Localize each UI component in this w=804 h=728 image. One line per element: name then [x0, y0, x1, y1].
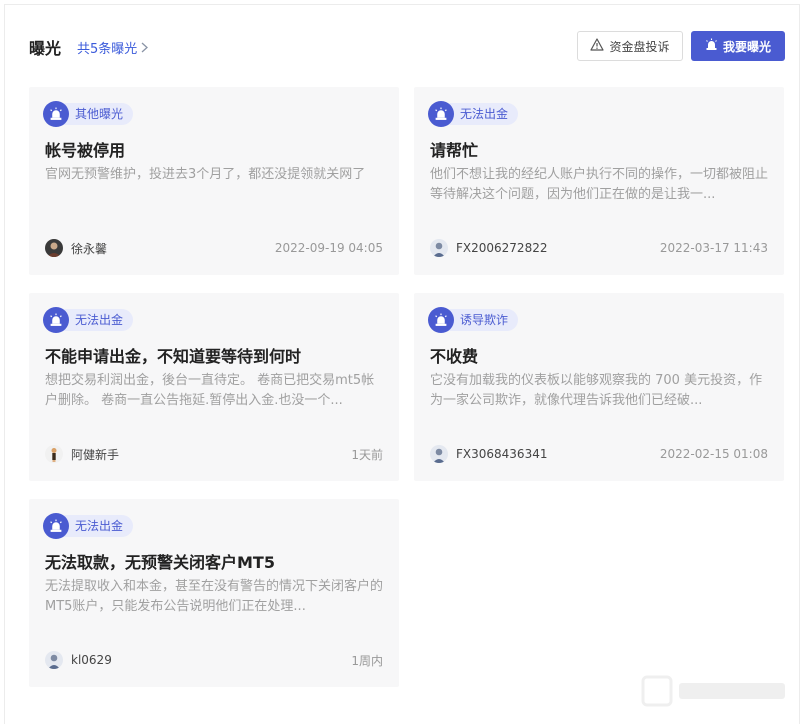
card-footer: FX3068436341 2022-02-15 01:08	[430, 445, 768, 463]
card-description: 想把交易利润出金，後台一直待定。 卷商已把交易mt5帐户删除。 卷商一直公告拖延…	[45, 373, 375, 408]
author-name: FX3068436341	[456, 447, 548, 461]
alarm-siren-icon	[43, 101, 69, 127]
post-time: 1天前	[351, 447, 383, 462]
avatar	[430, 239, 448, 257]
expose-button[interactable]: 我要曝光	[691, 31, 785, 61]
exposure-panel: 曝光 共5条曝光 资金盘投诉 我要曝光 其他曝光 帐号被停用 官网无预警维护，投…	[4, 4, 800, 724]
panel-header: 曝光 共5条曝光 资金盘投诉 我要曝光	[5, 31, 799, 65]
avatar	[45, 239, 63, 257]
author-name: kl0629	[71, 653, 112, 667]
category-tag: 无法出金	[428, 101, 519, 127]
card-title[interactable]: 请帮忙	[430, 137, 478, 161]
expose-button-label: 我要曝光	[722, 39, 771, 54]
category-tag-label: 其他曝光	[61, 103, 134, 125]
card-footer: kl0629 1周内	[45, 651, 383, 669]
fund-scheme-complaint-button[interactable]: 资金盘投诉	[577, 31, 683, 61]
post-time: 2022-03-17 11:43	[659, 241, 768, 255]
post-time: 2022-02-15 01:08	[659, 447, 768, 461]
exposure-card[interactable]: 无法出金 无法取款，无预警关闭客户MT5 无法提取收入和本金，甚至在没有警告的情…	[29, 499, 399, 687]
warning-triangle-icon	[590, 38, 605, 54]
panel-title: 曝光	[29, 39, 62, 58]
category-tag-label: 无法出金	[446, 103, 519, 125]
exposure-card[interactable]: 其他曝光 帐号被停用 官网无预警维护，投进去3个月了，都还没提领就关网了 徐永馨…	[29, 87, 399, 275]
author-name: 徐永馨	[71, 241, 108, 256]
card-title[interactable]: 不收费	[430, 343, 478, 367]
card-footer: 徐永馨 2022-09-19 04:05	[45, 239, 383, 257]
card-description: 他们不想让我的经纪人账户执行不同的操作，一切都被阻止等待解决这个问题，因为他们正…	[430, 167, 768, 202]
category-tag: 无法出金	[43, 307, 134, 333]
card-description: 无法提取收入和本金，甚至在没有警告的情况下关闭客户的MT5账户，只能发布公告说明…	[45, 579, 383, 614]
exposure-count-label: 共5条曝光	[77, 42, 138, 57]
alarm-siren-icon	[43, 307, 69, 333]
category-tag-label: 无法出金	[61, 515, 134, 537]
avatar	[45, 651, 63, 669]
exposure-count-link[interactable]: 共5条曝光	[77, 38, 149, 57]
author-name: 阿健新手	[71, 447, 120, 462]
card-title[interactable]: 无法取款，无预警关闭客户MT5	[45, 549, 275, 573]
complaint-button-label: 资金盘投诉	[609, 39, 670, 54]
alarm-siren-icon	[428, 101, 454, 127]
avatar	[430, 445, 448, 463]
card-description: 官网无预警维护，投进去3个月了，都还没提领就关网了	[45, 167, 366, 182]
watermark-logo	[641, 673, 801, 713]
card-description: 它没有加载我的仪表板以能够观察我的 700 美元投资，作为一家公司欺诈，就像代理…	[430, 373, 763, 408]
card-title[interactable]: 不能申请出金，不知道要等待到何时	[45, 343, 301, 367]
category-tag: 无法出金	[43, 513, 134, 539]
chevron-right-icon	[141, 42, 149, 56]
author-name: FX2006272822	[456, 241, 548, 255]
card-footer: 阿健新手 1天前	[45, 445, 383, 463]
category-tag-label: 无法出金	[61, 309, 134, 331]
exposure-card[interactable]: 诱导欺诈 不收费 它没有加载我的仪表板以能够观察我的 700 美元投资，作为一家…	[414, 293, 784, 481]
alarm-siren-icon	[428, 307, 454, 333]
card-title[interactable]: 帐号被停用	[45, 137, 125, 161]
post-time: 1周内	[351, 653, 383, 668]
alarm-siren-icon	[705, 38, 718, 54]
avatar	[45, 445, 63, 463]
category-tag-label: 诱导欺诈	[446, 309, 519, 331]
exposure-card[interactable]: 无法出金 请帮忙 他们不想让我的经纪人账户执行不同的操作，一切都被阻止等待解决这…	[414, 87, 784, 275]
category-tag: 其他曝光	[43, 101, 134, 127]
post-time: 2022-09-19 04:05	[274, 241, 383, 255]
alarm-siren-icon	[43, 513, 69, 539]
category-tag: 诱导欺诈	[428, 307, 519, 333]
card-footer: FX2006272822 2022-03-17 11:43	[430, 239, 768, 257]
exposure-card[interactable]: 无法出金 不能申请出金，不知道要等待到何时 想把交易利润出金，後台一直待定。 卷…	[29, 293, 399, 481]
